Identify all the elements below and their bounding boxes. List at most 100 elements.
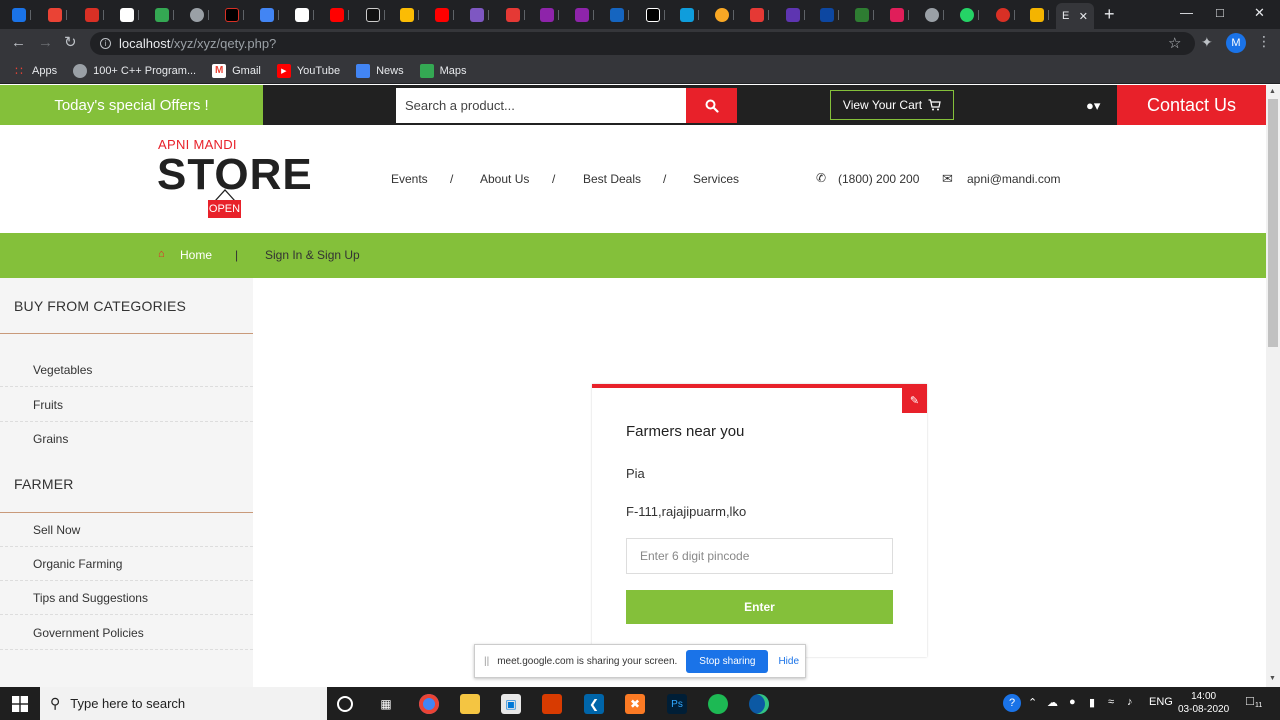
category-grains[interactable]: Grains [0,422,253,456]
browser-tab[interactable] [120,4,142,25]
chevron-up-icon[interactable]: ⌃ [1028,696,1037,709]
browser-tab[interactable] [925,4,947,25]
nav-services[interactable]: Services [693,172,739,186]
volume-icon[interactable]: ♪ [1127,696,1133,708]
browser-tab[interactable] [996,4,1018,25]
farmer-government-policies[interactable]: Government Policies [0,616,253,650]
browser-tab[interactable] [400,4,422,25]
minimize-icon[interactable]: — [1180,5,1193,20]
browser-tab[interactable] [225,4,247,25]
nav-events[interactable]: Events [391,172,428,186]
notification-icon[interactable]: □ [1246,693,1254,708]
stop-sharing-button[interactable]: Stop sharing [686,649,769,673]
profile-avatar[interactable]: M [1226,33,1246,53]
user-account-icon[interactable]: ●▾ [1086,98,1100,114]
farmer-sell-now[interactable]: Sell Now [0,513,253,547]
kebab-menu-icon[interactable]: ⋮ [1257,33,1271,50]
browser-tab[interactable] [155,4,177,25]
bookmark-star-icon[interactable]: ☆ [1168,34,1181,52]
bookmark-maps[interactable]: Maps [419,63,467,78]
language-indicator[interactable]: ENG [1149,696,1173,708]
bookmark-gmail[interactable]: M Gmail [212,63,261,78]
pencil-icon[interactable]: ✎ [902,388,927,413]
home-link[interactable]: Home [180,248,212,262]
task-view-icon[interactable]: ▦ [376,694,396,714]
category-fruits[interactable]: Fruits [0,388,253,422]
browser-tab[interactable] [470,4,492,25]
scroll-down-icon[interactable]: ▼ [1269,675,1276,682]
hide-button[interactable]: Hide [778,656,799,667]
maximize-icon[interactable]: □ [1216,5,1224,20]
extensions-puzzle-icon[interactable]: ✦ [1201,34,1213,51]
browser-tab[interactable] [786,4,808,25]
browser-tab[interactable] [85,4,107,25]
browser-tab[interactable] [820,4,842,25]
weather-icon[interactable]: ☁ [1047,696,1058,709]
browser-tab[interactable] [366,4,388,25]
browser-tab[interactable] [575,4,597,25]
tab-close-icon[interactable]: ✕ [1079,10,1088,23]
taskbar-search-input[interactable]: ⚲ Type here to search [40,687,327,720]
file-explorer-icon[interactable] [460,694,480,714]
chrome-icon[interactable] [419,694,439,714]
bookmark-youtube[interactable]: ▶ YouTube [276,63,340,78]
browser-tab[interactable] [610,4,632,25]
search-button[interactable] [686,88,737,123]
bookmark-apps[interactable]: ∷ Apps [12,64,57,78]
browser-tab[interactable] [680,4,702,25]
browser-tab[interactable] [506,4,528,25]
wifi-icon[interactable]: ≈ [1108,696,1114,708]
cortana-icon[interactable] [337,696,353,712]
photoshop-icon[interactable]: Ps [667,694,687,714]
microphone-icon[interactable]: ● [1069,696,1076,708]
edge-icon[interactable] [749,694,769,714]
pincode-input[interactable]: Enter 6 digit pincode [626,538,893,574]
browser-tab[interactable] [48,4,70,25]
address-bar[interactable]: i localhost/xyz/xyz/qety.php? [90,32,1195,55]
browser-tab[interactable] [295,4,317,25]
bookmark-cpp-programs[interactable]: 100+ C++ Program... [73,63,196,78]
contact-us-button[interactable]: Contact Us [1117,85,1266,125]
browser-tab[interactable] [646,4,668,25]
nav-about-us[interactable]: About Us [480,172,529,186]
scroll-up-icon[interactable]: ▲ [1269,88,1276,95]
start-button[interactable] [0,687,40,720]
browser-tab[interactable] [190,4,212,25]
active-browser-tab[interactable]: E ✕ [1056,3,1094,29]
vscode-icon[interactable]: ❮ [584,694,604,714]
browser-tab[interactable] [260,4,282,25]
product-search-input[interactable]: Search a product... [396,88,686,123]
site-info-icon[interactable]: i [100,38,111,49]
scroll-thumb[interactable] [1268,99,1278,347]
system-clock[interactable]: 14:00 03-08-2020 [1178,690,1229,716]
battery-icon[interactable]: ▮ [1089,696,1095,709]
browser-tab[interactable] [435,4,457,25]
farmer-organic-farming[interactable]: Organic Farming [0,547,253,581]
view-cart-button[interactable]: View Your Cart [830,90,954,120]
help-icon[interactable]: ? [1003,694,1021,712]
office-icon[interactable] [542,694,562,714]
nav-best-deals[interactable]: Best Deals [583,172,641,186]
new-tab-button[interactable]: + [1104,5,1115,23]
browser-tab[interactable] [330,4,352,25]
xampp-icon[interactable]: ✖ [625,694,645,714]
browser-tab[interactable] [750,4,772,25]
spotify-icon[interactable] [708,694,728,714]
forward-arrow-icon[interactable]: → [38,35,53,51]
farmer-tips-suggestions[interactable]: Tips and Suggestions [0,581,253,615]
drag-handle-icon[interactable]: || [484,656,489,667]
bookmark-news[interactable]: News [356,63,404,78]
back-arrow-icon[interactable]: ← [11,35,26,51]
browser-tab[interactable] [715,4,737,25]
browser-tab[interactable] [890,4,912,25]
browser-tab[interactable] [540,4,562,25]
email-address[interactable]: apni@mandi.com [967,172,1061,186]
enter-button[interactable]: Enter [626,590,893,624]
browser-tab[interactable] [1030,4,1052,25]
reload-icon[interactable]: ↻ [64,35,77,51]
category-vegetables[interactable]: Vegetables [0,353,253,387]
browser-tab[interactable] [12,4,34,25]
window-close-icon[interactable]: ✕ [1254,5,1265,21]
special-offers-banner[interactable]: Today's special Offers ! [0,85,263,125]
browser-tab[interactable] [855,4,877,25]
